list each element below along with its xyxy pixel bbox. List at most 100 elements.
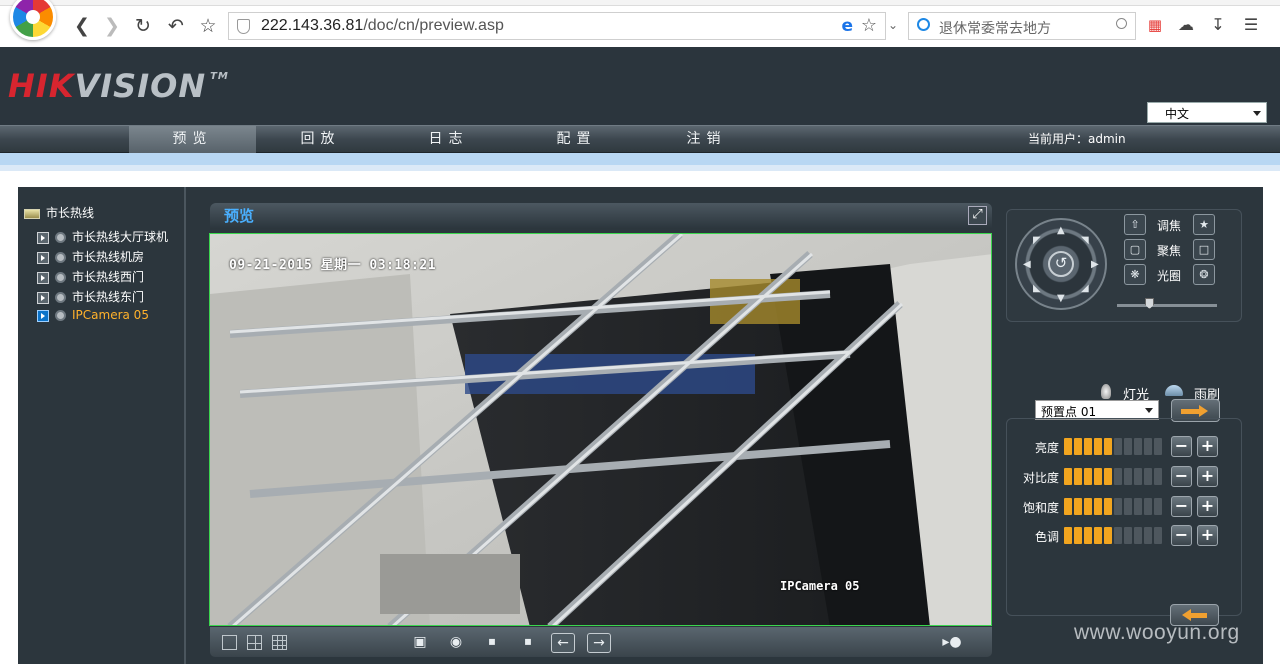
- level-segment[interactable]: [1074, 498, 1082, 515]
- play-icon[interactable]: [37, 251, 49, 264]
- level-segment[interactable]: [1104, 438, 1112, 455]
- wiper-icon[interactable]: [1165, 385, 1183, 396]
- level-segment[interactable]: [1094, 527, 1102, 544]
- tree-root[interactable]: 市长热线: [24, 204, 94, 221]
- level-segment[interactable]: [1104, 468, 1112, 485]
- address-bar[interactable]: 222.143.36.81/doc/cn/preview.asp e ☆: [228, 12, 886, 40]
- level-segment[interactable]: [1134, 468, 1142, 485]
- brightness-level-bar[interactable]: [1064, 438, 1164, 455]
- browser-logo-icon[interactable]: [10, 0, 56, 40]
- contrast-level-bar[interactable]: [1064, 468, 1164, 485]
- level-segment[interactable]: [1144, 468, 1152, 485]
- focus-near-icon[interactable]: ▢: [1124, 239, 1146, 260]
- language-select[interactable]: 中文: [1147, 102, 1267, 123]
- light-icon[interactable]: [1101, 384, 1111, 399]
- level-segment[interactable]: [1114, 527, 1122, 544]
- level-segment[interactable]: [1074, 438, 1082, 455]
- level-segment[interactable]: [1074, 468, 1082, 485]
- level-segment[interactable]: [1094, 468, 1102, 485]
- ptz-left-icon[interactable]: ◀: [1023, 260, 1031, 270]
- forward-icon[interactable]: ❯: [100, 14, 124, 38]
- focus-far-icon[interactable]: □: [1193, 239, 1215, 260]
- level-segment[interactable]: [1154, 527, 1162, 544]
- fullscreen-icon[interactable]: ⤢: [968, 206, 987, 225]
- saturation-increase-button[interactable]: +: [1197, 496, 1218, 517]
- brightness-increase-button[interactable]: +: [1197, 436, 1218, 457]
- hue-increase-button[interactable]: +: [1197, 525, 1218, 546]
- ptz-speed-slider[interactable]: [1117, 304, 1217, 307]
- play-icon[interactable]: [37, 291, 49, 304]
- play-icon[interactable]: [37, 231, 49, 244]
- layout-3x3-icon[interactable]: [272, 635, 287, 650]
- play-icon[interactable]: [37, 271, 49, 284]
- level-segment[interactable]: [1084, 527, 1092, 544]
- contrast-increase-button[interactable]: +: [1197, 466, 1218, 487]
- preset-select[interactable]: 预置点 01: [1035, 400, 1159, 420]
- hue-decrease-button[interactable]: −: [1171, 525, 1192, 546]
- nav-playback[interactable]: 回放: [257, 126, 384, 153]
- search-input[interactable]: 退休常委常去地方: [939, 18, 1051, 38]
- layout-2x2-icon[interactable]: [247, 635, 262, 650]
- level-segment[interactable]: [1144, 498, 1152, 515]
- level-segment[interactable]: [1124, 468, 1132, 485]
- saturation-level-bar[interactable]: [1064, 498, 1164, 515]
- level-segment[interactable]: [1084, 498, 1092, 515]
- nav-config[interactable]: 配置: [513, 126, 640, 153]
- favorite-star-icon[interactable]: ☆: [861, 15, 877, 36]
- level-segment[interactable]: [1104, 498, 1112, 515]
- play-icon[interactable]: [37, 309, 49, 322]
- level-segment[interactable]: [1084, 438, 1092, 455]
- level-segment[interactable]: [1134, 527, 1142, 544]
- level-segment[interactable]: [1134, 438, 1142, 455]
- apps-grid-icon[interactable]: ▦: [1146, 16, 1164, 34]
- level-segment[interactable]: [1114, 468, 1122, 485]
- search-box[interactable]: 退休常委常去地方: [908, 12, 1136, 40]
- record-icon[interactable]: ⏹: [480, 633, 504, 651]
- menu-icon[interactable]: ☰: [1242, 16, 1260, 34]
- tree-node[interactable]: 市长热线西门: [37, 268, 144, 285]
- level-segment[interactable]: [1154, 498, 1162, 515]
- video-view[interactable]: 09-21-2015 星期一 03:18:21 IPCamera 05: [209, 233, 992, 626]
- level-segment[interactable]: [1074, 527, 1082, 544]
- zoom-out-icon[interactable]: ★: [1193, 214, 1215, 235]
- tree-node[interactable]: 市长热线机房: [37, 248, 144, 265]
- ptz-downleft-icon[interactable]: ◣: [1033, 284, 1041, 294]
- stop-all-preview-icon[interactable]: ▣: [408, 633, 432, 651]
- level-segment[interactable]: [1094, 498, 1102, 515]
- contrast-decrease-button[interactable]: −: [1171, 466, 1192, 487]
- level-segment[interactable]: [1144, 527, 1152, 544]
- ie-compat-icon[interactable]: e: [841, 17, 853, 35]
- level-segment[interactable]: [1084, 468, 1092, 485]
- ptz-upright-icon[interactable]: ◥: [1081, 236, 1089, 246]
- download-icon[interactable]: ↧: [1209, 16, 1227, 34]
- address-dropdown-icon[interactable]: ⌄: [888, 18, 906, 36]
- nav-log[interactable]: 日志: [385, 126, 512, 153]
- ptz-speed-knob[interactable]: [1145, 298, 1154, 309]
- ptz-auto-icon[interactable]: ↺: [1048, 251, 1074, 277]
- level-segment[interactable]: [1124, 498, 1132, 515]
- stop-record-icon[interactable]: ⏹: [516, 633, 540, 651]
- hue-level-bar[interactable]: [1064, 527, 1164, 544]
- nav-preview[interactable]: 预览: [129, 126, 256, 153]
- search-icon[interactable]: [1116, 18, 1127, 29]
- audio-speaker-icon[interactable]: ▸●: [940, 633, 964, 651]
- ptz-up-icon[interactable]: ▲: [1057, 226, 1065, 236]
- next-icon[interactable]: →: [587, 633, 611, 653]
- snapshot-camera-icon[interactable]: ◉: [444, 633, 468, 651]
- ptz-upleft-icon[interactable]: ◤: [1033, 236, 1041, 246]
- bookmark-star-icon[interactable]: ☆: [196, 14, 220, 38]
- cloud-icon[interactable]: ☁: [1177, 16, 1195, 34]
- iris-close-icon[interactable]: ❂: [1193, 264, 1215, 285]
- previous-icon[interactable]: ←: [551, 633, 575, 653]
- saturation-decrease-button[interactable]: −: [1171, 496, 1192, 517]
- brightness-decrease-button[interactable]: −: [1171, 436, 1192, 457]
- level-segment[interactable]: [1064, 468, 1072, 485]
- tree-node[interactable]: 市长热线大厅球机: [37, 228, 168, 245]
- level-segment[interactable]: [1134, 498, 1142, 515]
- level-segment[interactable]: [1124, 438, 1132, 455]
- tree-node[interactable]: 市长热线东门: [37, 288, 144, 305]
- zoom-in-icon[interactable]: ⇧: [1124, 214, 1146, 235]
- level-segment[interactable]: [1064, 527, 1072, 544]
- url-text[interactable]: 222.143.36.81/doc/cn/preview.asp: [261, 17, 504, 35]
- level-segment[interactable]: [1114, 498, 1122, 515]
